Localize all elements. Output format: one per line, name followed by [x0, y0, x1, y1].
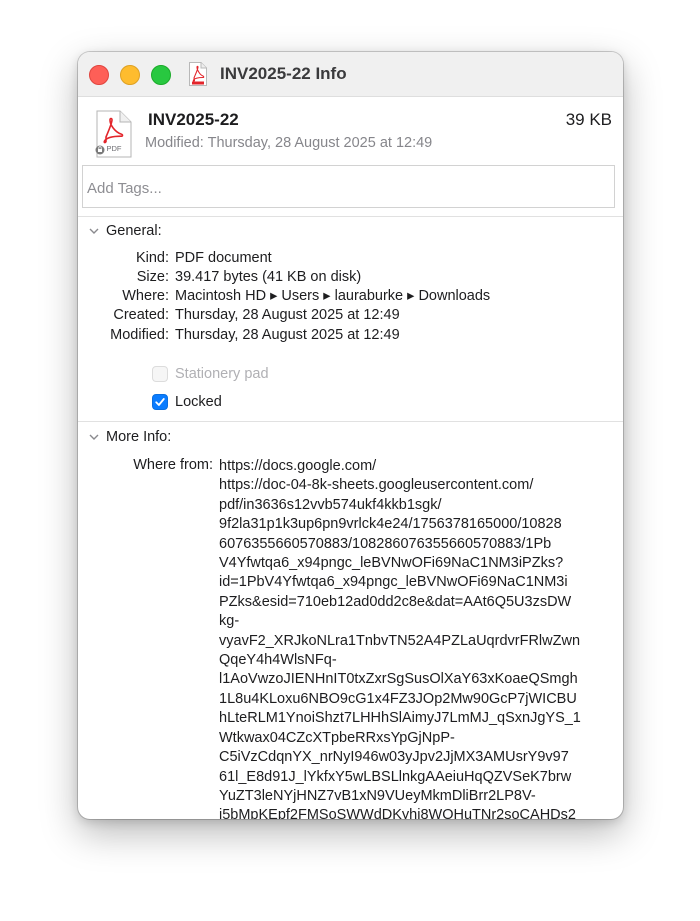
where-from-line: Wtkwax04CZcXTpbeRRxsYpGjNpP- [219, 729, 455, 746]
chevron-down-icon [89, 434, 99, 440]
pdf-file-icon [189, 62, 207, 86]
where-from-line: id=1PbV4Yfwtqa6_x94pngc_leBVNwOFi69NaC1N… [219, 574, 568, 591]
chevron-down-icon [89, 228, 99, 234]
info-value: 39.417 bytes (41 KB on disk) [175, 269, 362, 285]
close-button[interactable] [89, 65, 109, 85]
info-value: Macintosh HD ▸ Users ▸ lauraburke ▸ Down… [175, 288, 491, 304]
info-row-where: Where: Macintosh HD ▸ Users ▸ lauraburke… [78, 288, 623, 307]
zoom-button[interactable] [151, 65, 171, 85]
where-from-line: https://doc-04-8k-sheets.googleuserconte… [219, 477, 534, 494]
divider [78, 216, 623, 217]
info-label: Where: [122, 288, 169, 304]
info-value: PDF document [175, 250, 272, 266]
title-bar[interactable]: INV2025-22 Info [78, 52, 623, 97]
where-from-line: QqeY4h4WlsNFq- [219, 652, 337, 669]
where-from-line: V4Yfwtqa6_x94pngc_leBVNwOFi69NaC1NM3iPZk… [219, 555, 564, 572]
checkbox-box[interactable] [152, 366, 168, 382]
file-modified-date: Modified: Thursday, 28 August 2025 at 12… [145, 135, 433, 151]
more-info-section-header: More Info: [106, 429, 172, 445]
locked-label: Locked [175, 394, 222, 410]
info-row-modified: Modified: Thursday, 28 August 2025 at 12… [78, 327, 623, 346]
where-from-list: https://docs.google.com/https://doc-04-8… [219, 457, 614, 819]
info-row-kind: Kind: PDF document [78, 250, 623, 269]
file-size: 39 KB [565, 110, 612, 129]
where-from-line: l1AoVwzoJIENHnIT0txZxrSgSusOlXaY63xKoaeQ… [219, 671, 578, 688]
pdf-document-icon: PDF [95, 110, 132, 158]
tags-input[interactable] [82, 165, 615, 208]
where-from-line: 6076355660570883/108286076355660570883/1… [219, 535, 552, 552]
checkmark-icon [155, 398, 165, 406]
where-from-line: vyavF2_XRJkoNLra1TnbvTN52A4PZLaUqrdvrFRl… [219, 632, 581, 649]
info-row-size: Size: 39.417 bytes (41 KB on disk) [78, 269, 623, 288]
where-from-line: hLteRLM1YnoiShzt7LHHhSlAimyJ7LmMJ_qSxnJg… [219, 710, 581, 727]
info-window: INV2025-22 Info PDF INV2025-22 39 KB Mod… [78, 52, 623, 819]
info-value: Thursday, 28 August 2025 at 12:49 [175, 327, 400, 343]
where-from-label: Where from: [133, 457, 213, 473]
info-row-created: Created: Thursday, 28 August 2025 at 12:… [78, 307, 623, 326]
where-from-line: https://docs.google.com/ [219, 458, 377, 474]
stationery-pad-label: Stationery pad [175, 366, 269, 382]
where-from-line: 1L8u4KLoxu6NBO9cG1x4FZ3JOp2Mw90GcP7jWICB… [219, 690, 577, 707]
window-title: INV2025-22 Info [220, 64, 347, 83]
info-label: Created: [113, 307, 169, 323]
where-from-line: 9f2la31p1k3up6pn9vrlck4e24/1756378165000… [219, 516, 562, 533]
where-from-line: i5bMpKEpf2FMSoSWWdDKyhj8WOHuTNr2soCAHDs2 [219, 807, 576, 819]
general-section-toggle[interactable]: General: [88, 221, 162, 241]
where-from-line: pdf/in3636s12vvb574ukf4kkb1sgk/ [219, 496, 442, 513]
file-name: INV2025-22 [148, 110, 239, 129]
where-from-line: YuZT3leNYjHNZ7vB1xN9VUeyMkmDliBrr2LP8V- [219, 787, 536, 804]
pdf-icon-text: PDF [107, 144, 122, 153]
general-section-header: General: [106, 223, 162, 239]
divider [78, 421, 623, 422]
locked-checkbox[interactable]: Locked [152, 392, 222, 412]
minimize-button[interactable] [120, 65, 140, 85]
where-from-line: 61l_E8d91J_lYkfxY5wLBSLlnkgAAeiuHqQZVSeK… [219, 768, 572, 785]
where-from-line: PZks&esid=710eb12ad0dd2c8e&dat=AAt6Q5U3z… [219, 593, 572, 610]
info-value: Thursday, 28 August 2025 at 12:49 [175, 307, 400, 323]
where-from-line: kg- [219, 613, 240, 630]
stationery-pad-checkbox[interactable]: Stationery pad [152, 364, 269, 384]
info-label: Size: [136, 269, 169, 285]
info-label: Modified: [110, 327, 169, 343]
where-from-line: C5iVzCdqnYX_nrNyI946w03yJpv2JjMX3AMUsrY9… [219, 749, 569, 766]
info-label: Kind: [135, 250, 169, 266]
checkbox-box[interactable] [152, 394, 168, 410]
more-info-section-toggle[interactable]: More Info: [88, 427, 171, 447]
